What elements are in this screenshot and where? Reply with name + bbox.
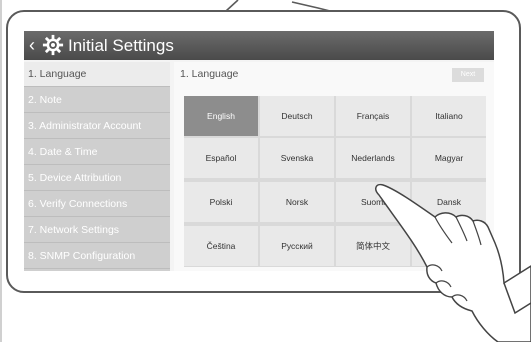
language-option-english[interactable]: English: [184, 96, 258, 136]
pointing-hand-illustration: [375, 183, 531, 342]
sidebar-item-date-time[interactable]: 4. Date & Time: [24, 140, 170, 165]
sidebar-item-verify-connections[interactable]: 6. Verify Connections: [24, 192, 170, 217]
title-bar: ‹ Initial Settings: [24, 31, 494, 60]
sidebar-item-device-attribution[interactable]: 5. Device Attribution: [24, 166, 170, 191]
language-option-polski[interactable]: Polski: [184, 182, 258, 222]
sidebar-item-administrator-account[interactable]: 3. Administrator Account: [24, 114, 170, 139]
language-option-cestina[interactable]: Čeština: [184, 226, 258, 266]
sidebar-item-network-settings[interactable]: 7. Network Settings: [24, 218, 170, 243]
device-edge: [0, 0, 2, 342]
page-title: Initial Settings: [68, 36, 174, 55]
sidebar-item-language[interactable]: 1. Language: [24, 62, 170, 87]
gear-icon: [42, 34, 64, 56]
language-option-russian[interactable]: Русский: [260, 226, 334, 266]
chevron-left-icon[interactable]: ‹: [29, 36, 35, 54]
language-option-norsk[interactable]: Norsk: [260, 182, 334, 222]
next-button[interactable]: Next: [452, 68, 484, 82]
sidebar-item-note[interactable]: 2. Note: [24, 88, 170, 113]
language-option-francais[interactable]: Français: [336, 96, 410, 136]
language-option-italiano[interactable]: Italiano: [412, 96, 486, 136]
language-option-svenska[interactable]: Svenska: [260, 138, 334, 178]
sidebar-item-snmp-configuration[interactable]: 8. SNMP Configuration: [24, 244, 170, 269]
language-option-deutsch[interactable]: Deutsch: [260, 96, 334, 136]
section-title: 1. Language: [180, 68, 239, 80]
sidebar: 1. Language 2. Note 3. Administrator Acc…: [24, 62, 170, 271]
language-option-nederlands[interactable]: Nederlands: [336, 138, 410, 178]
language-option-magyar[interactable]: Magyar: [412, 138, 486, 178]
language-option-espanol[interactable]: Español: [184, 138, 258, 178]
